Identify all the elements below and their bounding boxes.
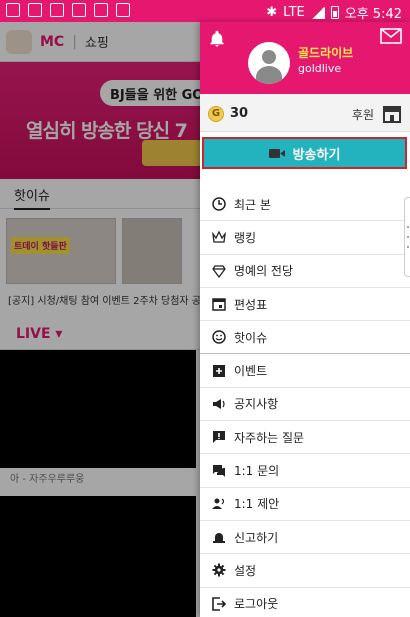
menu-item-label: 명예의 전당: [234, 264, 294, 279]
clock: 오후 5:42: [344, 7, 402, 22]
menu-item-recent[interactable]: 최근 본: [200, 188, 410, 222]
menu-item-label: 랭킹: [234, 230, 257, 245]
gear-icon: [212, 563, 226, 577]
diamond-icon: [212, 265, 226, 278]
notification-icons: [6, 3, 130, 17]
mail-icon[interactable]: [380, 28, 402, 44]
app-notification-icon: [6, 3, 20, 17]
drawer-menu: 최근 본 랭킹 명예의 전당 편성표 핫이슈 이벤트 공지사항 자주하는 질문: [200, 188, 410, 617]
handle-dot: [407, 226, 409, 228]
crown-icon: [212, 230, 226, 244]
logout-icon: [212, 596, 226, 611]
menu-item-report[interactable]: 신고하기: [200, 521, 410, 555]
calendar-icon: [212, 298, 226, 311]
menu-item-label: 설정: [234, 563, 257, 578]
menu-item-notice[interactable]: 공지사항: [200, 388, 410, 422]
menu-item-label: 1:1 제안: [234, 497, 280, 512]
avatar[interactable]: [248, 42, 290, 84]
menu-item-label: 1:1 문의: [234, 464, 280, 479]
sponsor-link[interactable]: 후원: [352, 106, 374, 123]
menu-item-settings[interactable]: 설정: [200, 554, 410, 588]
menu-item-label: 자주하는 질문: [234, 430, 305, 445]
store-icon[interactable]: [382, 105, 402, 123]
menu-item-logout[interactable]: 로그아웃: [200, 588, 410, 617]
coin-count: 30: [230, 106, 249, 121]
menu-item-label: 핫이슈: [234, 330, 268, 345]
gift-icon: [213, 364, 225, 377]
drawer-header: 골드라이브 goldlive: [200, 22, 410, 94]
menu-item-label: 로그아웃: [234, 597, 279, 612]
photo-icon: [72, 3, 86, 17]
menu-item-inquiry[interactable]: 1:1 문의: [200, 454, 410, 488]
menu-item-label: 최근 본: [234, 197, 271, 212]
side-drawer: 골드라이브 goldlive G 30 후원 방송하기 최근 본 랭킹 명예의 …: [200, 22, 410, 617]
battery-icon: [330, 6, 339, 19]
menu-item-hot-issue[interactable]: 핫이슈: [200, 321, 410, 355]
menu-item-faq[interactable]: 자주하는 질문: [200, 421, 410, 455]
talk-icon: [116, 3, 130, 17]
chat-icon: [213, 464, 225, 477]
signal-icon: [310, 6, 325, 19]
user-id: goldlive: [298, 62, 342, 75]
coin-icon: G: [208, 106, 224, 122]
suggest-icon: [212, 498, 225, 509]
handle-dot: [407, 236, 409, 238]
menu-item-label: 이벤트: [234, 364, 268, 379]
menu-item-event[interactable]: 이벤트: [200, 354, 410, 388]
system-icons: ✱ LTE 오후 5:42: [266, 3, 402, 22]
mail-notification-icon: [50, 3, 64, 17]
faq-icon: [213, 431, 225, 444]
menu-item-hall-of-fame[interactable]: 명예의 전당: [200, 255, 410, 288]
broadcast-button[interactable]: 방송하기: [202, 137, 407, 169]
megaphone-icon: [213, 398, 225, 409]
status-bar: ✱ LTE 오후 5:42: [0, 0, 410, 22]
handle-dot: [407, 246, 409, 248]
menu-item-suggestion[interactable]: 1:1 제안: [200, 488, 410, 521]
network-label: LTE: [283, 5, 305, 20]
menu-item-label: 편성표: [234, 297, 268, 312]
broadcast-button-label: 방송하기: [292, 147, 341, 163]
menu-item-label: 공지사항: [234, 397, 279, 412]
user-name: 골드라이브: [298, 46, 354, 60]
bell-icon[interactable]: [208, 30, 226, 48]
avatar-body: [256, 66, 282, 84]
scrim-overlay[interactable]: [0, 22, 200, 617]
menu-item-ranking[interactable]: 랭킹: [200, 221, 410, 255]
bluetooth-icon: ✱: [266, 5, 278, 20]
menu-item-schedule[interactable]: 편성표: [200, 288, 410, 322]
avatar-head: [262, 50, 276, 64]
download-icon: [28, 3, 42, 17]
shield-icon: [94, 3, 108, 17]
alarm-icon: [213, 533, 225, 544]
drawer-drag-handle[interactable]: [404, 197, 410, 277]
coin-row: G 30 후원: [200, 94, 410, 132]
video-camera-icon: [268, 148, 285, 158]
menu-item-label: 신고하기: [234, 530, 279, 545]
smile-icon: [212, 330, 226, 345]
clock-icon: [212, 197, 226, 211]
